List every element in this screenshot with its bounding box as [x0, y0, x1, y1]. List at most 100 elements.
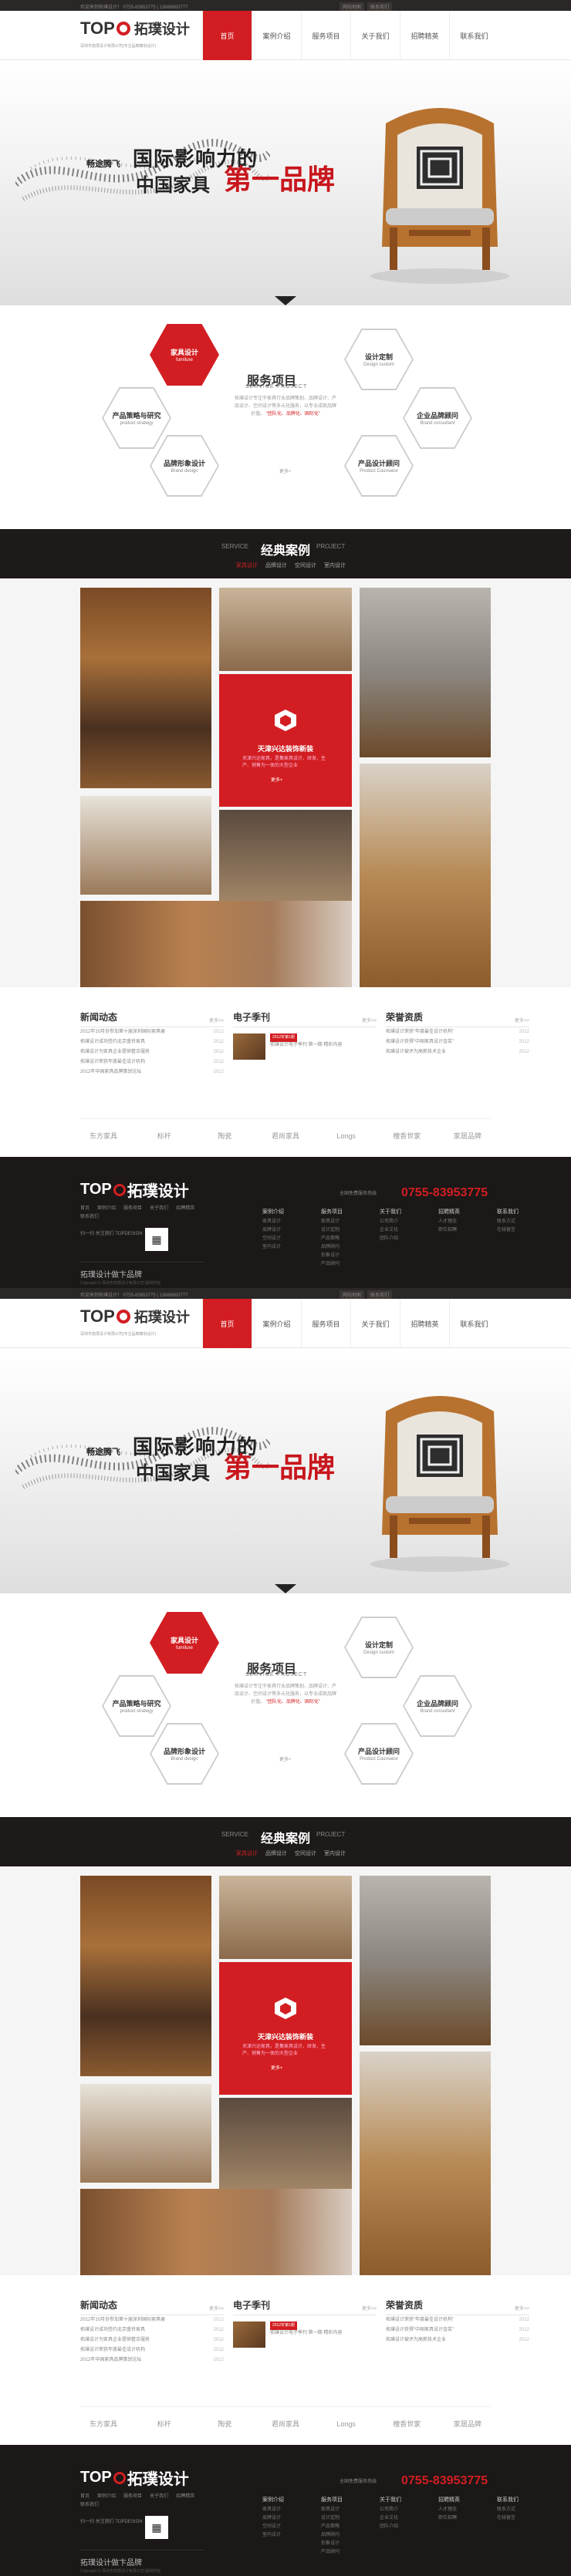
footer-link[interactable]: 案例介绍: [97, 1205, 116, 1213]
case-tile[interactable]: [360, 764, 491, 987]
tab-space[interactable]: 空间设计: [295, 1849, 316, 1857]
footer-column-link[interactable]: 职位招聘: [438, 2514, 480, 2523]
footer-column-link[interactable]: 公司简介: [380, 1218, 421, 1226]
footer-column-link[interactable]: 联系方式: [497, 1218, 539, 1226]
service-brand-design[interactable]: 品牌形象设计 Brand design: [151, 1725, 218, 1783]
footer-column-title[interactable]: 联系我们: [497, 1208, 539, 1216]
partner-logo[interactable]: 东方家具: [80, 1124, 127, 1148]
sitemap-link[interactable]: 网站地图: [340, 1290, 365, 1299]
case-tile[interactable]: [360, 2052, 491, 2275]
footer-column-link[interactable]: 室内设计: [262, 1243, 304, 1252]
service-strategy[interactable]: 产品策略与研究 product strategy: [103, 389, 170, 447]
case-tile[interactable]: [219, 1876, 352, 1959]
footer-link[interactable]: 案例介绍: [97, 2493, 116, 2501]
case-feature-more[interactable]: 更多+: [271, 2064, 283, 2071]
nav-about[interactable]: 关于我们: [350, 1299, 400, 1348]
footer-column-title[interactable]: 服务项目: [321, 2496, 363, 2504]
nav-about[interactable]: 关于我们: [350, 11, 400, 60]
contact-link[interactable]: 联系我们: [367, 1290, 393, 1299]
footer-link[interactable]: 招聘精英: [176, 1205, 194, 1213]
tab-brand[interactable]: 品牌设计: [265, 561, 287, 569]
honor-row[interactable]: 拓璞设计被评为高新技术企业 2012: [386, 2335, 529, 2345]
nav-cases[interactable]: 案例介绍: [252, 11, 301, 60]
footer-logo[interactable]: TOP 拓璞设计: [80, 1178, 189, 1201]
footer-column-link[interactable]: 家具设计: [262, 2506, 304, 2514]
case-tile[interactable]: [80, 901, 352, 987]
news-more-link[interactable]: 更多>>: [209, 1017, 224, 1023]
footer-column-link[interactable]: 团队介绍: [380, 2523, 421, 2531]
sitemap-link[interactable]: 网站地图: [340, 2, 365, 11]
magazine-item[interactable]: 2012年第1期 拓璞设计电子季刊 第一期 精彩内容: [233, 2321, 377, 2348]
service-brand-design[interactable]: 品牌形象设计 Brand design: [151, 437, 218, 495]
news-more-link[interactable]: 更多>>: [209, 2305, 224, 2311]
partner-logo[interactable]: 陶瓷: [201, 2412, 248, 2436]
footer-column-link[interactable]: 品牌设计: [262, 2514, 304, 2523]
nav-cases[interactable]: 案例介绍: [252, 1299, 301, 1348]
tab-furniture[interactable]: 家具设计: [236, 561, 258, 569]
service-furniture[interactable]: 家具设计 furniture: [151, 325, 218, 384]
service-product-counselor[interactable]: 产品设计顾问 Product Counselor: [346, 1725, 412, 1783]
footer-link[interactable]: 关于我们: [150, 1205, 168, 1213]
case-tile[interactable]: [80, 2084, 211, 2183]
footer-link[interactable]: 首页: [80, 2493, 90, 2501]
news-row[interactable]: 拓璞设计成功签约北京盛世家具 2012: [80, 2325, 224, 2335]
footer-column-link[interactable]: 团队介绍: [380, 1235, 421, 1243]
footer-column-link[interactable]: 职位招聘: [438, 1226, 480, 1235]
footer-column-link[interactable]: 品牌顾问: [321, 2531, 363, 2540]
footer-column-link[interactable]: 空间设计: [262, 1235, 304, 1243]
services-more-link[interactable]: 更多+: [279, 1755, 292, 1762]
footer-column-link[interactable]: 产品顾问: [321, 1260, 363, 1269]
nav-services[interactable]: 服务项目: [301, 1299, 350, 1348]
footer-column-link[interactable]: 品牌设计: [262, 1226, 304, 1235]
footer-column-link[interactable]: 品牌顾问: [321, 1243, 363, 1252]
case-tile[interactable]: [219, 2098, 352, 2189]
footer-column-link[interactable]: 公司简介: [380, 2506, 421, 2514]
case-tile[interactable]: [80, 1876, 211, 2076]
footer-link[interactable]: 招聘精英: [176, 2493, 194, 2501]
nav-home[interactable]: 首页: [202, 11, 252, 60]
partner-logo[interactable]: 陶瓷: [201, 1124, 248, 1148]
partner-logo[interactable]: 标杆: [141, 2412, 188, 2436]
contact-link[interactable]: 联系我们: [367, 2, 393, 11]
footer-column-title[interactable]: 案例介绍: [262, 1208, 304, 1216]
honor-more-link[interactable]: 更多>>: [515, 1017, 529, 1023]
partner-logo[interactable]: 君尚家具: [262, 1124, 309, 1148]
nav-services[interactable]: 服务项目: [301, 11, 350, 60]
footer-link[interactable]: 联系我们: [80, 2501, 99, 2510]
news-row[interactable]: 拓璞设计为家具企业提供整合服务 2012: [80, 1047, 224, 1057]
case-tile[interactable]: [219, 588, 352, 671]
case-feature-tile[interactable]: 天津兴达装饰新装 天津兴达家具，是集家具设计、研发、生产、销售为一体的大型企业 …: [219, 1962, 352, 2095]
service-brand-consultant[interactable]: 企业品牌顾问 Brand consultant: [404, 1677, 471, 1735]
footer-column-link[interactable]: 空间设计: [262, 2523, 304, 2531]
news-row[interactable]: 拓璞设计为家具企业提供整合服务 2012: [80, 2335, 224, 2345]
service-product-counselor[interactable]: 产品设计顾问 Product Counselor: [346, 437, 412, 495]
partner-logo[interactable]: 檀香世家: [383, 2412, 430, 2436]
footer-link[interactable]: 服务项目: [123, 1205, 142, 1213]
footer-link[interactable]: 关于我们: [150, 2493, 168, 2501]
footer-link[interactable]: 服务项目: [123, 2493, 142, 2501]
footer-column-link[interactable]: 室内设计: [262, 2531, 304, 2540]
footer-logo[interactable]: TOP 拓璞设计: [80, 2466, 189, 2489]
logo[interactable]: TOP 拓璞设计: [80, 1307, 190, 1327]
magazine-more-link[interactable]: 更多>>: [362, 2305, 377, 2311]
partner-logo[interactable]: 东方家具: [80, 2412, 127, 2436]
service-furniture[interactable]: 家具设计 furniture: [151, 1613, 218, 1672]
tab-furniture[interactable]: 家具设计: [236, 1849, 258, 1857]
news-row[interactable]: 2012年10月份参加第十届深圳国际家具展 2012: [80, 1027, 224, 1037]
scroll-down-arrow-icon[interactable]: [275, 1584, 296, 1593]
magazine-item[interactable]: 2012年第1期 拓璞设计电子季刊 第一期 精彩内容: [233, 1033, 377, 1060]
services-more-link[interactable]: 更多+: [279, 467, 292, 474]
footer-column-link[interactable]: 产品策略: [321, 1235, 363, 1243]
footer-column-title[interactable]: 招聘精英: [438, 2496, 480, 2504]
footer-column-link[interactable]: 人才理念: [438, 1218, 480, 1226]
footer-column-link[interactable]: 形象设计: [321, 2540, 363, 2548]
footer-column-title[interactable]: 案例介绍: [262, 2496, 304, 2504]
footer-link[interactable]: 联系我们: [80, 1213, 99, 1222]
footer-column-link[interactable]: 产品顾问: [321, 2548, 363, 2557]
footer-column-link[interactable]: 家具设计: [262, 1218, 304, 1226]
case-tile[interactable]: [360, 588, 491, 757]
magazine-more-link[interactable]: 更多>>: [362, 1017, 377, 1023]
news-row[interactable]: 2012年中国家具品牌策划论坛 2012: [80, 2355, 224, 2365]
footer-column-link[interactable]: 家具设计: [321, 2506, 363, 2514]
case-tile[interactable]: [80, 796, 211, 895]
